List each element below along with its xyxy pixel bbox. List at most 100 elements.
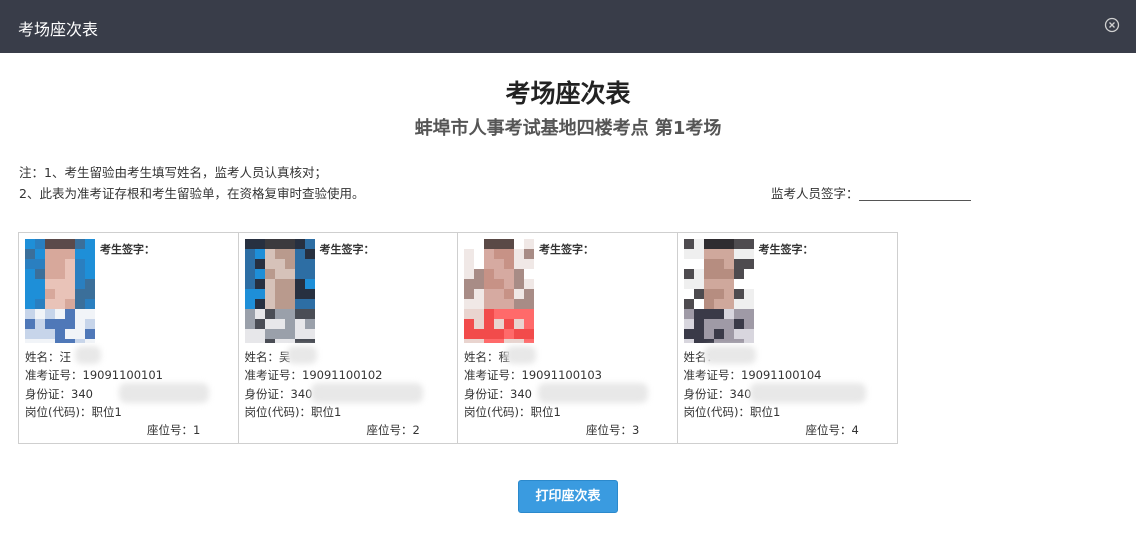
photo-pixel	[703, 339, 714, 343]
candidate-name: 姓名：汪	[25, 350, 71, 364]
photo-pixel	[304, 319, 315, 329]
photo-pixel	[45, 279, 55, 289]
close-icon[interactable]	[1104, 17, 1120, 33]
photo-pixel	[294, 269, 305, 279]
photo-pixel	[474, 299, 484, 309]
photo-pixel	[25, 289, 35, 299]
photo-pixel	[45, 289, 55, 299]
photo-pixel	[304, 339, 315, 343]
photo-pixel	[264, 319, 275, 329]
photo-pixel	[484, 289, 494, 299]
photo-pixel	[55, 329, 65, 339]
photo-pixel	[304, 299, 315, 309]
photo-pixel	[294, 309, 305, 319]
photo-pixel	[304, 309, 315, 319]
photo-pixel	[45, 339, 55, 343]
photo-pixel	[703, 239, 714, 249]
photo-pixel	[294, 289, 305, 299]
photo-pixel	[494, 339, 504, 343]
photo-pixel	[264, 329, 275, 339]
photo-pixel	[45, 259, 55, 269]
photo-pixel	[35, 319, 45, 329]
photo-pixel	[35, 309, 45, 319]
photo-pixel	[733, 319, 744, 329]
photo-pixel	[693, 269, 704, 279]
photo-pixel	[284, 259, 295, 269]
photo-pixel	[25, 279, 35, 289]
photo-pixel	[75, 289, 85, 299]
photo-pixel	[464, 259, 474, 269]
photo-pixel	[294, 319, 305, 329]
photo-pixel	[304, 289, 315, 299]
photo-pixel	[65, 329, 75, 339]
photo-pixel	[484, 299, 494, 309]
photo-pixel	[683, 259, 694, 269]
photo-pixel	[294, 239, 305, 249]
photo-pixel	[733, 299, 744, 309]
photo-pixel	[304, 269, 315, 279]
photo-pixel	[244, 319, 255, 329]
photo-pixel	[35, 289, 45, 299]
photo-pixel	[464, 319, 474, 329]
photo-pixel	[75, 259, 85, 269]
photo-pixel	[55, 259, 65, 269]
photo-pixel	[65, 259, 75, 269]
photo-pixel	[274, 339, 285, 343]
photo-pixel	[264, 339, 275, 343]
photo-pixel	[524, 269, 534, 279]
photo-pixel	[494, 329, 504, 339]
seat-card: 考生签字： 姓名：程 准考证号：19091100103 身份证：340 岗位(代…	[458, 233, 678, 443]
ticket-number: 准考证号：19091100102	[244, 368, 383, 382]
post-code: 岗位(代码)：职位1	[683, 405, 781, 419]
photo-pixel	[723, 289, 734, 299]
photo-pixel	[35, 239, 45, 249]
photo-pixel	[25, 269, 35, 279]
photo-pixel	[484, 279, 494, 289]
photo-pixel	[743, 319, 754, 329]
redaction-blur	[538, 383, 648, 403]
id-number: 身份证：340	[464, 387, 532, 401]
photo-pixel	[284, 239, 295, 249]
seat-number: 座位号：4	[805, 423, 859, 437]
photo-pixel	[85, 319, 95, 329]
photo-pixel	[35, 329, 45, 339]
photo-pixel	[464, 299, 474, 309]
photo-pixel	[693, 289, 704, 299]
photo-pixel	[274, 259, 285, 269]
photo-pixel	[733, 289, 744, 299]
photo-pixel	[264, 239, 275, 249]
photo-pixel	[474, 289, 484, 299]
photo-pixel	[75, 329, 85, 339]
photo-pixel	[85, 289, 95, 299]
photo-pixel	[304, 279, 315, 289]
seat-number: 座位号：2	[366, 423, 420, 437]
photo-pixel	[474, 319, 484, 329]
photo-pixel	[284, 299, 295, 309]
photo-pixel	[723, 269, 734, 279]
photo-pixel	[25, 329, 35, 339]
candidate-photo	[244, 239, 315, 343]
seat-number: 座位号：3	[586, 423, 640, 437]
photo-pixel	[703, 269, 714, 279]
photo-pixel	[693, 249, 704, 259]
photo-pixel	[723, 339, 734, 343]
photo-pixel	[65, 319, 75, 329]
photo-pixel	[713, 259, 724, 269]
photo-pixel	[254, 309, 265, 319]
print-seating-chart-button[interactable]: 打印座次表	[518, 480, 618, 513]
photo-pixel	[75, 339, 85, 343]
photo-pixel	[524, 249, 534, 259]
photo-pixel	[504, 299, 514, 309]
photo-pixel	[264, 299, 275, 309]
redaction-blur	[310, 383, 423, 403]
photo-pixel	[284, 329, 295, 339]
photo-pixel	[743, 259, 754, 269]
photo-pixel	[743, 309, 754, 319]
photo-pixel	[284, 269, 295, 279]
photo-pixel	[85, 329, 95, 339]
signature-blank-line	[858, 189, 971, 201]
photo-pixel	[284, 279, 295, 289]
photo-pixel	[524, 329, 534, 339]
photo-pixel	[484, 239, 494, 249]
photo-pixel	[25, 319, 35, 329]
